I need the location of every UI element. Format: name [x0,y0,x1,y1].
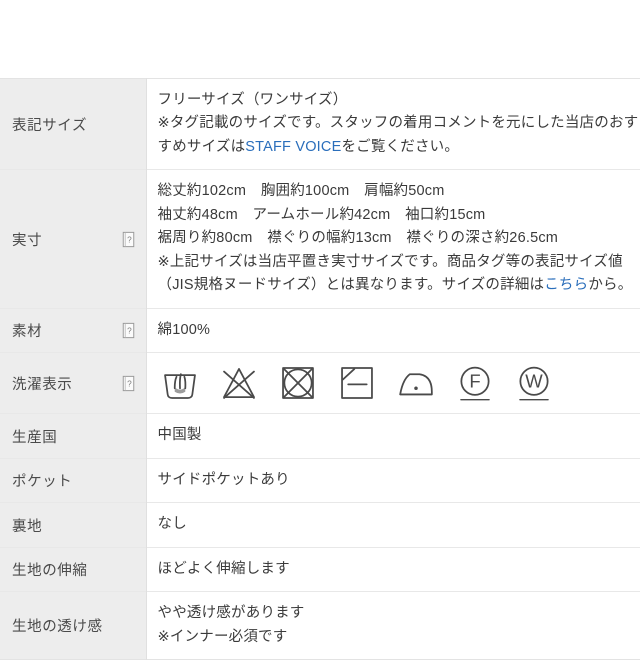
wet-clean-w-icon: W [518,367,549,401]
spec-value-fabric-sheerness: やや透け感があります ※インナー必須です [146,591,640,660]
svg-text:?: ? [127,379,132,388]
label-inner: 表記サイズ [12,114,138,135]
spec-value-line: ※上記サイズは当店平置き実寸サイズです。商品タグ等の表記サイズ値 [157,253,623,270]
spec-value-line: やや透け感があります [157,605,305,622]
svg-text:?: ? [127,327,132,336]
spec-value-line: フリーサイズ（ワンサイズ） [157,92,348,108]
spec-label-text: 生地の伸縮 [12,563,88,580]
iron-low-heat-icon [398,373,433,396]
spec-value-line: 裾周り約80cm 襟ぐりの幅約13cm 襟ぐりの深さ約26.5cm [157,230,559,247]
spec-value-line: サイドポケットあり [157,471,290,488]
spec-row-display-size: 表記サイズ フリーサイズ（ワンサイズ） ※タグ記載のサイズです。スタッフの着用コメン… [0,78,640,170]
spec-value-line: 中国製 [157,427,202,444]
help-question-icon[interactable]: ? [121,231,136,248]
spec-value-line: なし [157,516,187,533]
no-tumble-dry-icon [281,367,314,400]
spec-label-actual-measurements: 実寸? [0,169,147,309]
spec-row-laundry-care: 洗濯表示? F W [0,352,640,414]
label-inner: 生地の伸縮 [12,559,138,580]
spec-value-actual-measurements: 総丈約102cm 胸囲約100cm 肩幅約50cm 袖丈約48cm アームホール約… [146,169,640,309]
spec-value-line: 袖丈約48cm アームホール約42cm 袖口約15cm [157,206,486,223]
post-link-text: から。 [588,277,633,294]
label-inner: 洗濯表示? [12,373,138,394]
spec-value-line: ※インナー必須です [157,628,288,645]
svg-text:F: F [469,371,480,392]
label-inner: 素材? [12,320,138,341]
pre-link-text: （JIS規格ヌードサイズ）とは異なります。サイズの詳細は [157,277,545,294]
spec-label-lining: 裏地 [0,502,147,548]
spec-label-fabric-sheerness: 生地の透け感 [0,591,147,660]
spec-label-text: 生産国 [12,429,58,446]
spec-label-laundry-care: 洗濯表示? [0,352,147,414]
spec-row-fabric-stretch: 生地の伸縮 ほどよく伸縮します [0,547,640,592]
spec-value-lining: なし [146,502,640,548]
spec-label-text: 裏地 [12,518,43,535]
spec-label-country-of-origin: 生産国 [0,413,147,459]
spec-label-pocket: ポケット [0,458,147,503]
spec-label-text: ポケット [12,474,73,491]
spec-table-body: 表記サイズ フリーサイズ（ワンサイズ） ※タグ記載のサイズです。スタッフの着用コメン… [0,78,640,660]
spec-row-material: 素材? 綿100% [0,308,640,353]
svg-text:?: ? [127,235,132,244]
spec-row-country-of-origin: 生産国 中国製 [0,413,640,459]
inline-link[interactable]: STAFF VOICE [245,139,341,155]
care-symbol-list: FW [158,361,631,405]
spec-row-lining: 裏地 なし [0,502,640,548]
dry-clean-f-icon: F [459,367,490,401]
spec-value-line: ほどよく伸縮します [157,560,290,577]
spec-value-fabric-stretch: ほどよく伸縮します [146,547,640,592]
flat-dry-in-shade-icon [340,367,373,400]
spec-value-line: 総丈約102cm 胸囲約100cm 肩幅約50cm [157,183,445,200]
spec-row-actual-measurements: 実寸? 総丈約102cm 胸囲約100cm 肩幅約50cm 袖丈約48cm アームホ… [0,169,640,309]
spec-value-line: （JIS規格ヌードサイズ）とは異なります。サイズの詳細はこちらから。 [157,274,633,297]
spec-label-text: 実寸 [12,232,43,249]
spec-label-text: 洗濯表示 [12,376,73,393]
post-link-text: をご覧ください。 [341,138,460,155]
spec-label-text: 生地の透け感 [12,619,103,636]
spec-value-pocket: サイドポケットあり [146,458,640,503]
svg-text:W: W [525,371,543,392]
help-question-icon[interactable]: ? [121,322,136,339]
spec-row-pocket: ポケット サイドポケットあり [0,458,640,503]
spec-label-text: 表記サイズ [12,117,88,134]
spec-row-fabric-sheerness: 生地の透け感 やや透け感があります ※インナー必須です [0,591,640,660]
no-bleach-icon [222,368,255,400]
product-spec-page: 表記サイズ フリーサイズ（ワンサイズ） ※タグ記載のサイズです。スタッフの着用コメン… [0,0,640,660]
label-inner: 裏地 [12,515,138,536]
spec-label-fabric-stretch: 生地の伸縮 [0,547,147,592]
hand-wash-tub-icon [163,373,196,400]
spec-value-laundry-care: FW [146,352,640,414]
inline-link[interactable]: こちら [544,277,588,293]
product-spec-table: 表記サイズ フリーサイズ（ワンサイズ） ※タグ記載のサイズです。スタッフの着用コメン… [0,78,640,660]
help-question-icon[interactable]: ? [121,375,136,392]
label-inner: 生産国 [12,426,138,447]
spec-label-display-size: 表記サイズ [0,78,147,170]
spec-label-text: 素材 [12,324,43,341]
spec-value-line: ※タグ記載のサイズです。スタッフの着用コメントを元にした当店のおす [157,115,639,132]
pre-link-text: すめサイズは [157,138,246,155]
label-inner: 実寸? [12,229,138,250]
label-inner: 生地の透け感 [12,615,138,636]
spec-value-line: すめサイズはSTAFF VOICEをご覧ください。 [158,136,631,159]
spec-value-display-size: フリーサイズ（ワンサイズ） ※タグ記載のサイズです。スタッフの着用コメントを元にし… [146,78,640,170]
label-inner: ポケット [12,470,138,491]
spec-label-material: 素材? [0,308,147,353]
spec-value-material: 綿100% [146,308,640,353]
spec-value-country-of-origin: 中国製 [146,413,640,459]
spec-value-line: 綿100% [157,321,211,338]
